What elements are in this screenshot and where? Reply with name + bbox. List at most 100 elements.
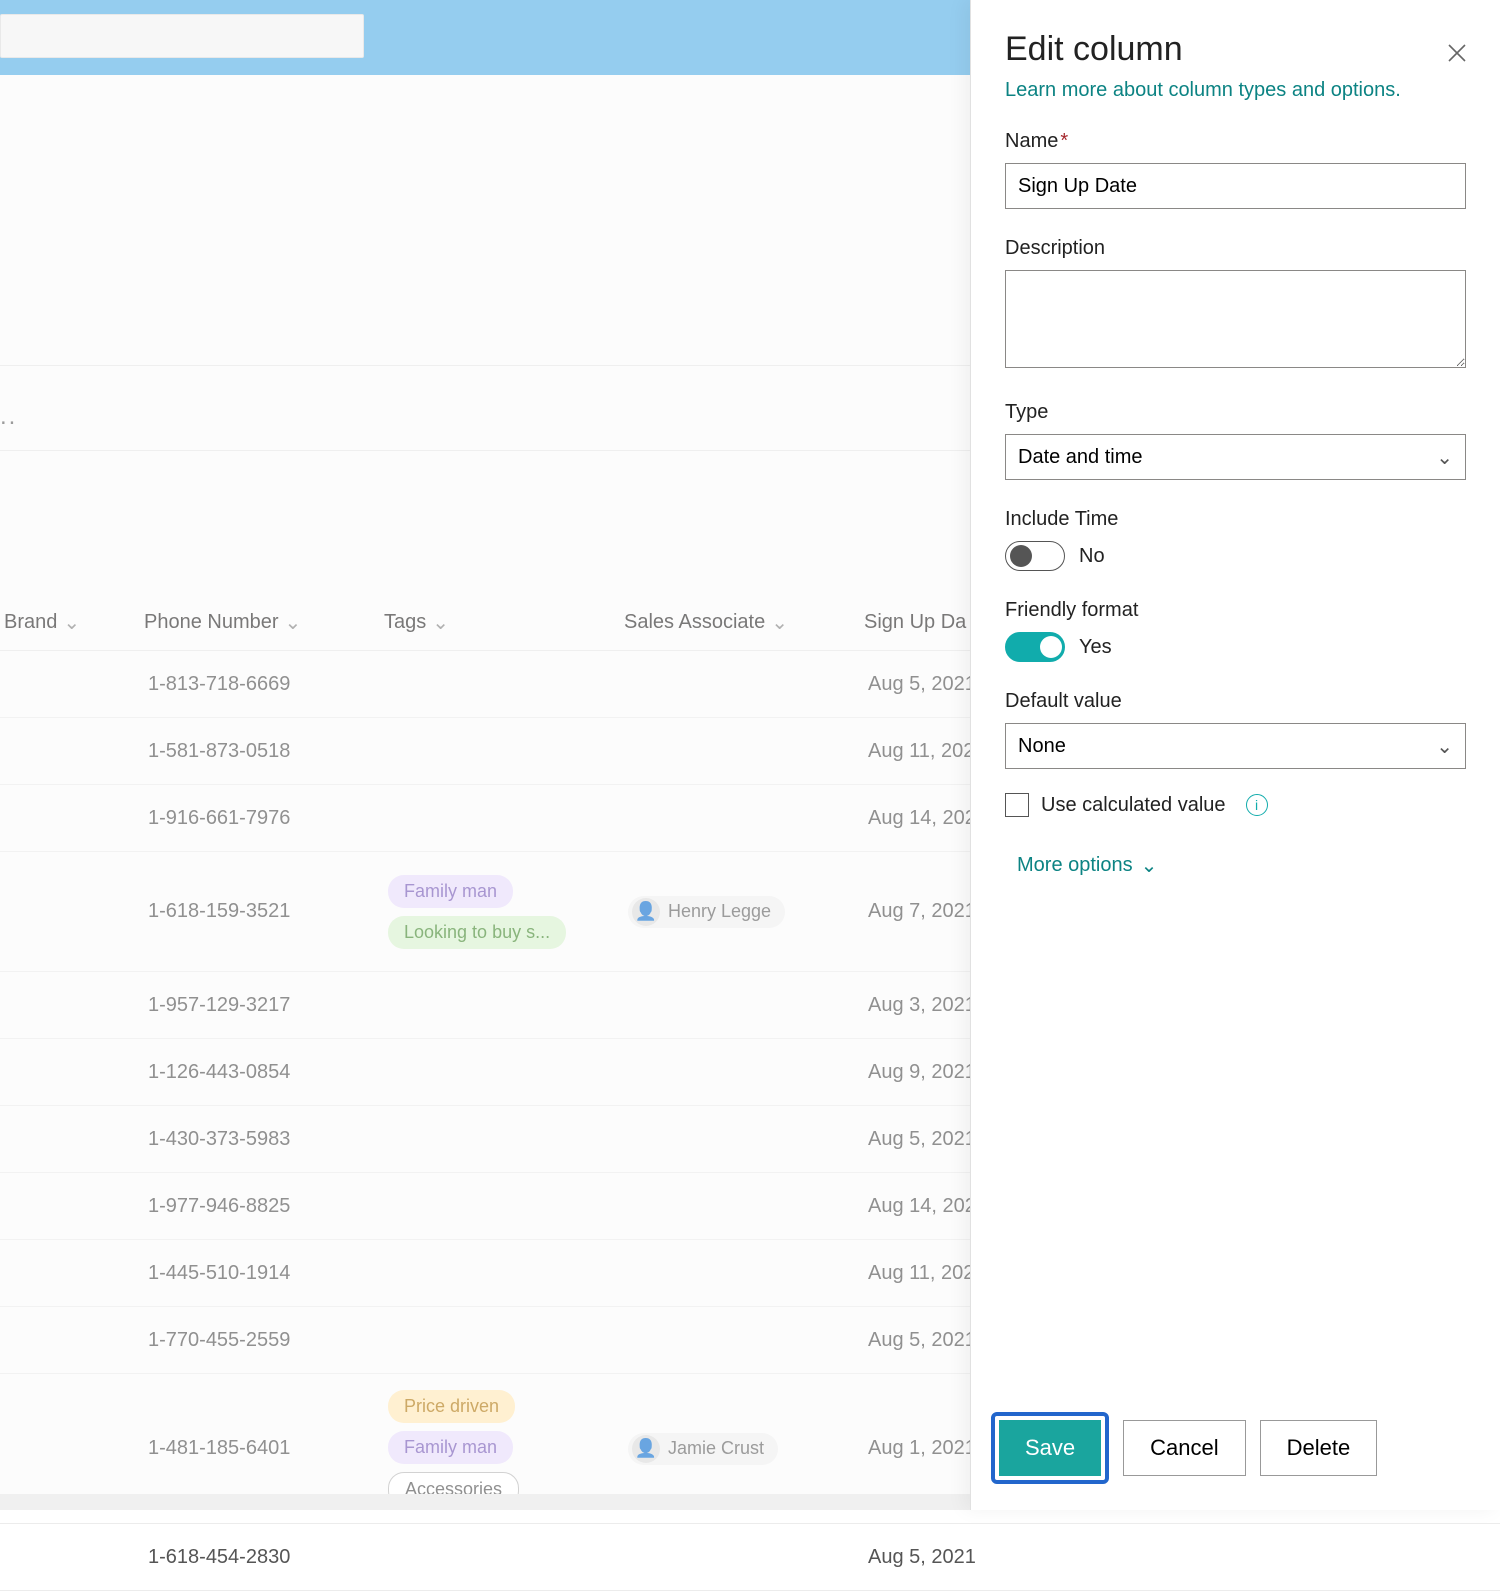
cell-tags (380, 993, 620, 1017)
cell-brand (0, 672, 140, 696)
panel-title: Edit column (1005, 30, 1466, 69)
cell-brand (0, 1127, 140, 1151)
chevron-down-icon: ⌄ (63, 610, 80, 635)
table-row[interactable]: 1-618-454-2830Aug 5, 2021 (0, 1524, 1500, 1591)
learn-more-link[interactable]: Learn more about column types and option… (1005, 79, 1401, 102)
cell-phone: 1-581-873-0518 (140, 728, 380, 775)
cell-brand (0, 1437, 140, 1461)
tag-pill[interactable]: Looking to buy s... (388, 916, 566, 949)
cell-brand (0, 1060, 140, 1084)
tag-pill[interactable]: Price driven (388, 1390, 515, 1423)
cell-tags (380, 1545, 620, 1569)
cell-sales-associate: 👤 Jamie Crust (620, 1421, 860, 1477)
type-select[interactable]: Date and time ⌄ (1005, 434, 1466, 480)
associate-name: Jamie Crust (668, 1438, 764, 1459)
chevron-down-icon: ⌄ (771, 610, 788, 635)
col-sales-associate[interactable]: Sales Associate ⌄ (620, 610, 860, 635)
more-options-link[interactable]: More options ⌄ (1017, 853, 1466, 878)
type-value: Date and time (1018, 446, 1143, 469)
cell-sales-associate (620, 993, 860, 1017)
save-button[interactable]: Save (999, 1420, 1101, 1476)
cell-tags (380, 1261, 620, 1285)
avatar-icon: 👤 (632, 898, 660, 926)
include-time-value: No (1079, 545, 1105, 568)
friendly-format-toggle[interactable] (1005, 632, 1065, 662)
chevron-down-icon: ⌄ (1436, 734, 1453, 759)
col-tags[interactable]: Tags⌄ (380, 610, 620, 635)
cell-phone: 1-126-443-0854 (140, 1049, 380, 1096)
cell-phone: 1-618-159-3521 (140, 888, 380, 935)
default-value-label: Default value (1005, 690, 1466, 713)
delete-button[interactable]: Delete (1260, 1420, 1378, 1476)
chevron-down-icon: ⌄ (1141, 853, 1158, 878)
cell-sales-associate (620, 1545, 860, 1569)
associate-chip[interactable]: 👤 Henry Legge (628, 896, 785, 928)
cell-phone: 1-977-946-8825 (140, 1183, 380, 1230)
save-highlight: Save (991, 1412, 1109, 1484)
cell-brand (0, 1261, 140, 1285)
more-options-label: More options (1017, 854, 1133, 877)
cell-brand (0, 806, 140, 830)
cell-brand (0, 739, 140, 763)
cell-phone: 1-916-661-7976 (140, 795, 380, 842)
cell-sales-associate (620, 739, 860, 763)
cell-phone: 1-770-455-2559 (140, 1317, 380, 1364)
cell-tags (380, 1194, 620, 1218)
close-icon[interactable] (1446, 42, 1468, 64)
cell-tags (380, 739, 620, 763)
cell-sales-associate (620, 1261, 860, 1285)
cell-sales-associate (620, 1328, 860, 1352)
cell-tags: Family man Looking to buy s... (380, 859, 620, 965)
cell-tags (380, 672, 620, 696)
cell-brand (0, 993, 140, 1017)
cell-brand (0, 900, 140, 924)
overflow-indicator: .. (0, 403, 17, 431)
cell-sales-associate (620, 1194, 860, 1218)
type-label: Type (1005, 401, 1466, 424)
cell-phone: 1-618-454-2830 (140, 1534, 380, 1581)
edit-column-panel: Edit column Learn more about column type… (970, 0, 1500, 1510)
name-input[interactable] (1005, 163, 1466, 209)
tag-pill[interactable]: Family man (388, 1431, 513, 1464)
name-label: Name* (1005, 130, 1466, 153)
panel-actions: Save Cancel Delete (991, 1412, 1377, 1484)
cell-sales-associate: 👤 Henry Legge (620, 884, 860, 940)
col-label: Sign Up Da (864, 611, 966, 634)
col-phone[interactable]: Phone Number ⌄ (140, 610, 380, 635)
include-time-label: Include Time (1005, 508, 1466, 531)
cell-sales-associate (620, 672, 860, 696)
cell-sales-associate (620, 1127, 860, 1151)
friendly-format-value: Yes (1079, 636, 1112, 659)
cancel-button[interactable]: Cancel (1123, 1420, 1245, 1476)
info-icon[interactable]: i (1246, 794, 1268, 816)
use-calculated-checkbox[interactable] (1005, 793, 1029, 817)
search-input[interactable] (0, 14, 364, 58)
cell-phone: 1-481-185-6401 (140, 1425, 380, 1472)
include-time-toggle[interactable] (1005, 541, 1065, 571)
cell-brand (0, 1194, 140, 1218)
chevron-down-icon: ⌄ (285, 610, 302, 635)
col-label: Phone Number (144, 611, 279, 634)
friendly-format-label: Friendly format (1005, 599, 1466, 622)
cell-tags (380, 1328, 620, 1352)
associate-name: Henry Legge (668, 901, 771, 922)
cell-phone: 1-430-373-5983 (140, 1116, 380, 1163)
cell-sales-associate (620, 806, 860, 830)
cell-phone: 1-813-718-6669 (140, 661, 380, 708)
default-value-select[interactable]: None ⌄ (1005, 723, 1466, 769)
tag-pill[interactable]: Family man (388, 875, 513, 908)
col-brand[interactable]: Brand⌄ (0, 610, 140, 635)
associate-chip[interactable]: 👤 Jamie Crust (628, 1433, 778, 1465)
use-calculated-label: Use calculated value (1041, 794, 1226, 817)
col-label: Sales Associate (624, 611, 765, 634)
chevron-down-icon: ⌄ (1436, 445, 1453, 470)
cell-tags (380, 806, 620, 830)
cell-tags (380, 1060, 620, 1084)
horizontal-scrollbar[interactable] (0, 1494, 970, 1510)
cell-tags (380, 1127, 620, 1151)
avatar-icon: 👤 (632, 1435, 660, 1463)
description-input[interactable] (1005, 270, 1466, 368)
col-label: Tags (384, 611, 426, 634)
cell-phone: 1-445-510-1914 (140, 1250, 380, 1297)
cell-brand (0, 1545, 140, 1569)
